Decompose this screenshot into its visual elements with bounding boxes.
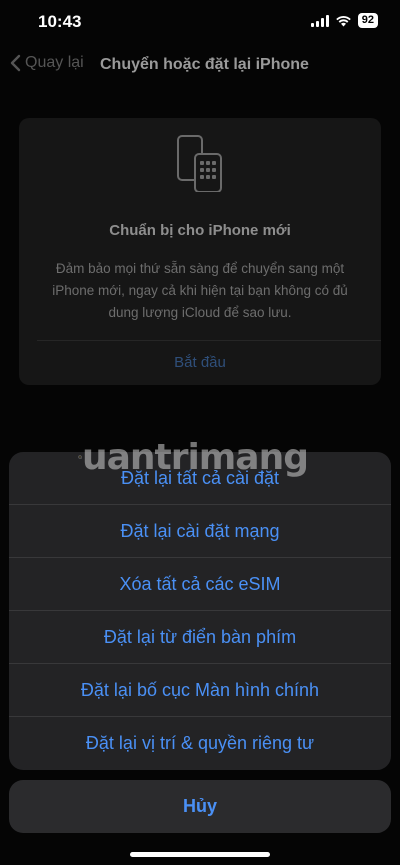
wifi-icon: [335, 15, 351, 26]
status-bar: 10:43 92: [0, 0, 400, 44]
two-phones-icon: [177, 135, 222, 192]
reset-action-sheet: Đặt lại tất cả cài đặt Đặt lại cài đặt m…: [9, 452, 391, 770]
card-description: Đảm bảo mọi thứ sẵn sàng để chuyển sang …: [52, 261, 348, 320]
home-indicator[interactable]: [130, 852, 270, 857]
start-button[interactable]: Bắt đầu: [19, 354, 381, 371]
back-label: Quay lại: [25, 54, 84, 71]
card-divider: [37, 340, 381, 341]
status-time: 10:43: [38, 12, 82, 31]
battery-indicator: 92: [357, 13, 378, 28]
reset-home-screen-layout-button[interactable]: Đặt lại bố cục Màn hình chính: [9, 664, 391, 717]
screen: 10:43 92 Quay lại Chuyển hoặc đặt lại iP…: [0, 0, 400, 865]
nav-bar: Quay lại Chuyển hoặc đặt lại iPhone: [0, 48, 400, 82]
status-icons: 92: [310, 13, 378, 28]
card-title: Chuẩn bị cho iPhone mới: [109, 222, 291, 239]
cellular-signal-icon: [310, 14, 329, 27]
back-button[interactable]: Quay lại: [10, 54, 84, 72]
erase-all-esims-button[interactable]: Xóa tất cả các eSIM: [9, 558, 391, 611]
reset-network-settings-button[interactable]: Đặt lại cài đặt mạng: [9, 505, 391, 558]
watermark: uantrimang: [78, 432, 309, 482]
page-title: Chuyển hoặc đặt lại iPhone: [100, 56, 309, 73]
watermark-text: uantrimang: [81, 436, 309, 478]
reset-location-privacy-button[interactable]: Đặt lại vị trí & quyền riêng tư: [9, 717, 391, 770]
reset-keyboard-dictionary-button[interactable]: Đặt lại từ điển bàn phím: [9, 611, 391, 664]
chevron-left-icon: [10, 54, 21, 72]
prepare-new-iphone-card: Chuẩn bị cho iPhone mới Đảm bảo mọi thứ …: [19, 118, 381, 385]
cancel-button[interactable]: Hủy: [9, 780, 391, 833]
